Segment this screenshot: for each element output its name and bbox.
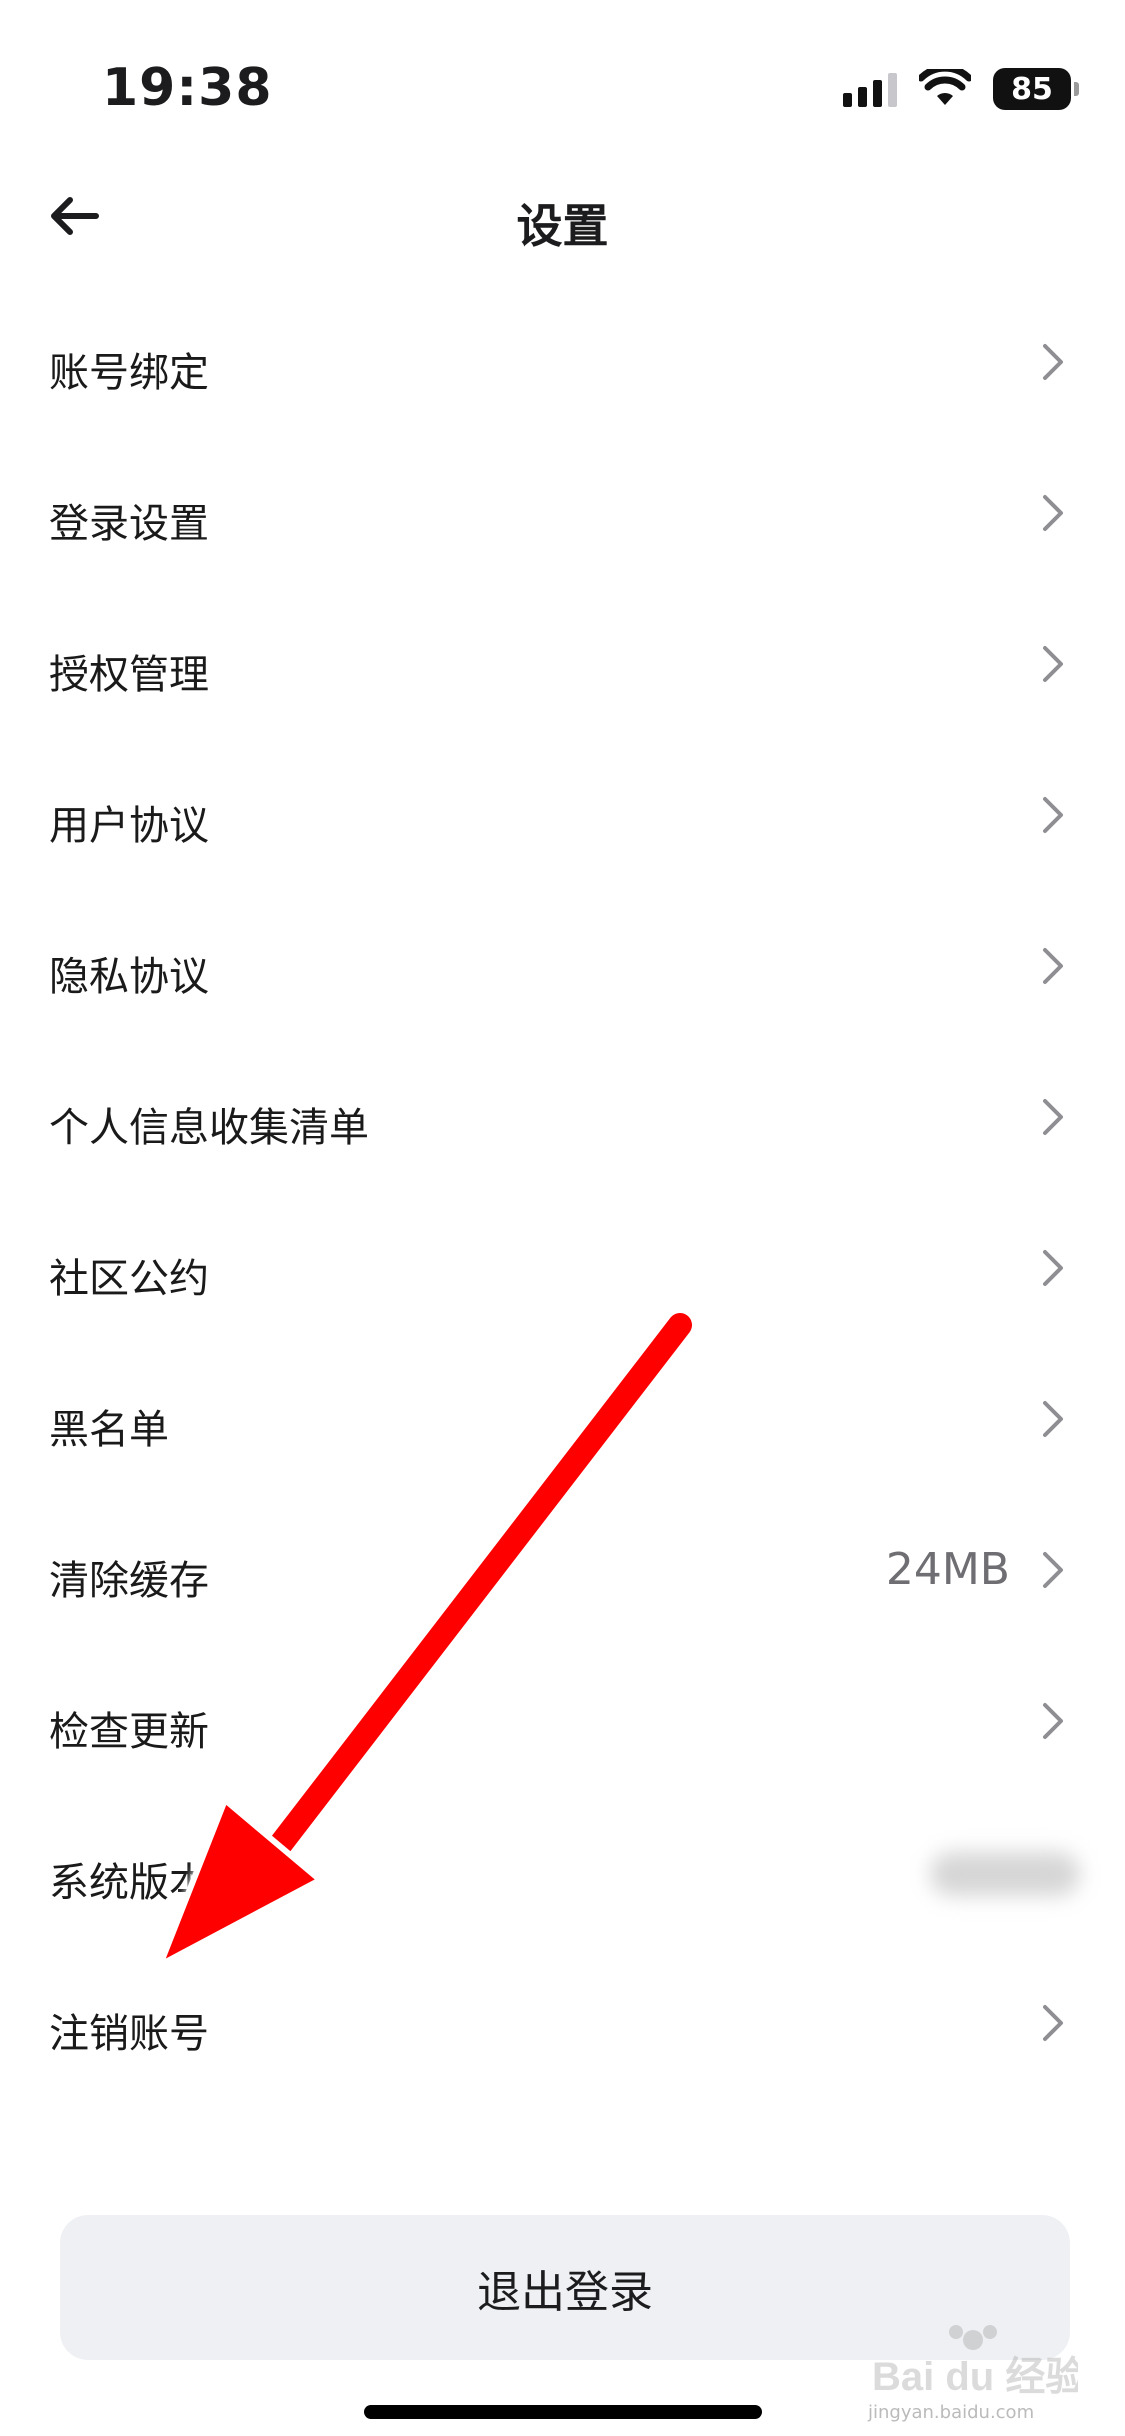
settings-item-clear-cache[interactable]: 清除缓存 24MB	[0, 1508, 1125, 1659]
chevron-right-icon	[1043, 797, 1063, 833]
settings-item-label: 社区公约	[49, 1256, 209, 1302]
settings-item-account-binding[interactable]: 账号绑定	[0, 300, 1125, 451]
status-time: 19:38	[102, 58, 273, 118]
settings-item-label: 用户协议	[49, 803, 209, 849]
settings-item-privacy-agreement[interactable]: 隐私协议	[0, 904, 1125, 1055]
chevron-right-icon	[1043, 2005, 1063, 2041]
blurred-version-value	[930, 1852, 1080, 1896]
cache-size-value: 24MB	[885, 1544, 1010, 1595]
settings-item-label: 系统版本	[49, 1860, 209, 1906]
settings-item-authorization[interactable]: 授权管理	[0, 602, 1125, 753]
settings-item-label: 隐私协议	[49, 954, 209, 1000]
settings-item-label: 清除缓存	[49, 1558, 209, 1604]
watermark-url: jingyan.baidu.com	[868, 2402, 1035, 2423]
battery-icon: 85	[993, 68, 1079, 110]
status-icons: 85	[843, 64, 1079, 114]
settings-item-user-agreement[interactable]: 用户协议	[0, 753, 1125, 904]
settings-item-label: 登录设置	[49, 501, 209, 547]
settings-item-label: 注销账号	[49, 2011, 209, 2057]
settings-item-label: 检查更新	[49, 1709, 209, 1755]
settings-item-check-update[interactable]: 检查更新	[0, 1659, 1125, 1810]
settings-item-label: 账号绑定	[49, 350, 209, 396]
chevron-right-icon	[1043, 1703, 1063, 1739]
settings-item-community-rules[interactable]: 社区公约	[0, 1206, 1125, 1357]
settings-item-system-version: 系统版本	[0, 1810, 1125, 1961]
home-indicator[interactable]	[364, 2405, 762, 2419]
settings-list: 账号绑定 登录设置 授权管理 用户协议 隐私协议 个人信息收集清单 社区公约 黑…	[0, 300, 1125, 2112]
chevron-right-icon	[1043, 948, 1063, 984]
chevron-right-icon	[1043, 1250, 1063, 1286]
chevron-right-icon	[1043, 1552, 1063, 1588]
page-title: 设置	[516, 199, 609, 253]
settings-item-label: 个人信息收集清单	[49, 1105, 369, 1151]
svg-text:Bai du 经验: Bai du 经验	[872, 2355, 1078, 2399]
settings-item-login-settings[interactable]: 登录设置	[0, 451, 1125, 602]
chevron-right-icon	[1043, 646, 1063, 682]
settings-item-label: 授权管理	[49, 652, 209, 698]
chevron-right-icon	[1043, 1099, 1063, 1135]
settings-item-blacklist[interactable]: 黑名单	[0, 1357, 1125, 1508]
settings-item-delete-account[interactable]: 注销账号	[0, 1961, 1125, 2112]
settings-item-personal-info-list[interactable]: 个人信息收集清单	[0, 1055, 1125, 1206]
baidu-watermark-logo: Bai du 经验	[872, 2325, 1078, 2399]
wifi-icon	[919, 69, 971, 105]
chevron-right-icon	[1043, 495, 1063, 531]
chevron-right-icon	[1043, 1401, 1063, 1437]
signal-icon	[843, 71, 897, 107]
settings-item-label: 黑名单	[49, 1407, 169, 1453]
chevron-right-icon	[1043, 344, 1063, 380]
